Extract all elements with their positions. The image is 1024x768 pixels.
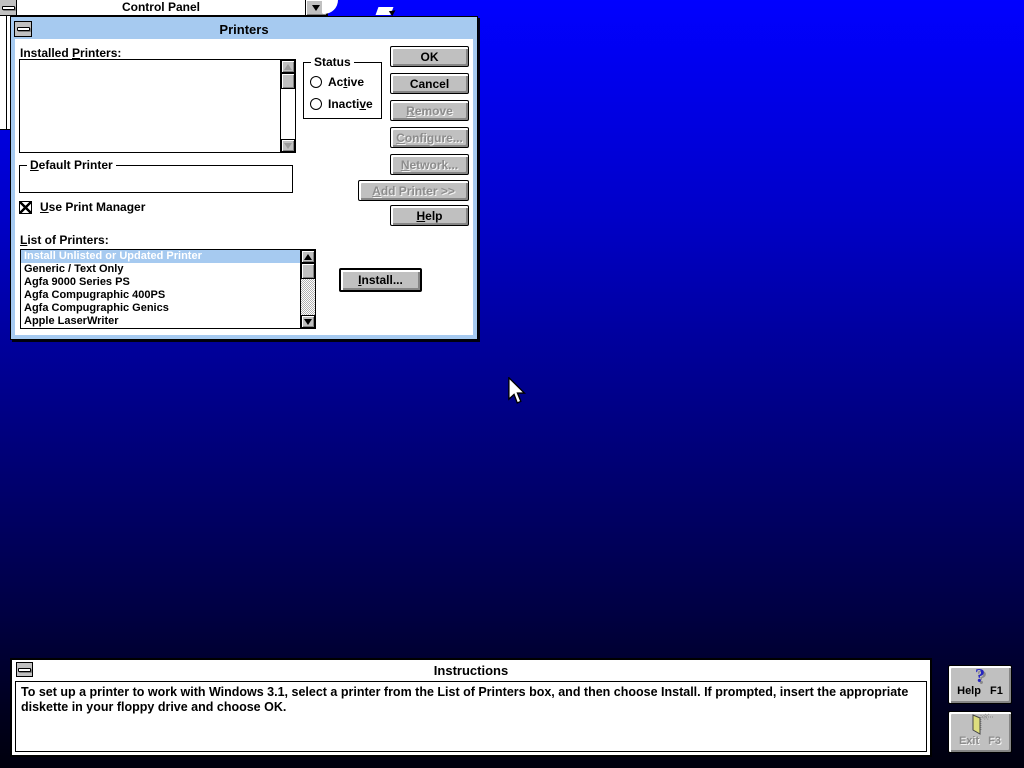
control-menu-button[interactable] [0, 0, 17, 15]
installed-printers-listbox[interactable] [19, 59, 296, 153]
printer-list-item[interactable]: Apple LaserWriter [21, 315, 300, 328]
control-menu-button[interactable] [16, 662, 33, 677]
ok-button[interactable]: OK [390, 46, 469, 67]
printers-dialog-client: Installed Printers: Status Active Inacti… [15, 39, 473, 335]
exit-f3-label: Exit F3 [958, 735, 1002, 747]
control-menu-dash-icon [1, 5, 15, 10]
installed-printers-label: Installed Printers: [20, 46, 122, 60]
status-group-label: Status [311, 55, 354, 69]
scroll-up-button [281, 60, 295, 73]
default-printer-groupbox: Default Printer [19, 158, 293, 193]
instructions-title: Instructions [433, 662, 509, 678]
down-arrow-icon [312, 4, 320, 11]
use-print-manager-row[interactable]: Use Print Manager [19, 200, 145, 214]
instructions-text: To set up a printer to work with Windows… [15, 681, 927, 752]
scroll-up-icon [304, 253, 312, 260]
radio-active: Active [310, 75, 364, 89]
scrollbar-track[interactable] [301, 279, 315, 315]
default-printer-label: Default Printer [27, 158, 116, 172]
installed-printers-scrollbar [280, 60, 295, 152]
printer-list-items: Install Unlisted or Updated Printer Gener… [21, 250, 300, 328]
status-groupbox: Status Active Inactive [303, 55, 382, 119]
remove-button: Remove [390, 100, 469, 121]
cancel-button[interactable]: Cancel [390, 73, 469, 94]
add-printer-button: Add Printer >> [358, 180, 469, 201]
use-print-manager-label: Use Print Manager [40, 200, 146, 214]
scroll-down-icon [284, 142, 292, 149]
control-panel-titlebar[interactable]: Control Panel [0, 0, 326, 16]
question-mark-icon: ? [975, 665, 985, 687]
exit-door-icon [972, 713, 993, 735]
list-of-printers-label: List of Printers: [20, 233, 109, 247]
mouse-cursor [508, 377, 526, 404]
scroll-up-button[interactable] [301, 250, 315, 263]
printers-dialog: Printers Installed Printers: Status Acti… [10, 16, 478, 340]
control-menu-dash-icon [18, 667, 31, 672]
printer-list-item[interactable]: Agfa Compugraphic 400PS [21, 289, 300, 302]
scroll-down-icon [304, 318, 312, 325]
configure-button: Configure... [390, 127, 469, 148]
scroll-down-button[interactable] [301, 315, 315, 328]
obscured-window-fragment [322, 0, 338, 14]
network-button: Network... [390, 154, 469, 175]
help-button[interactable]: Help [390, 205, 469, 226]
help-f1-button[interactable]: ? Help F1 [948, 665, 1012, 704]
desktop: Control Panel Printers Installed Printer… [0, 0, 1024, 768]
scrollbar-track [281, 89, 295, 139]
instructions-titlebar[interactable]: Instructions [12, 660, 930, 680]
list-of-printers-scrollbar[interactable] [300, 250, 315, 328]
printer-list-item[interactable]: Install Unlisted or Updated Printer [21, 250, 300, 263]
scrollbar-thumb [281, 73, 295, 89]
radio-circle-icon [310, 98, 322, 110]
scroll-down-button [281, 139, 295, 152]
list-of-printers-listbox[interactable]: Install Unlisted or Updated Printer Gener… [20, 249, 316, 329]
exit-f3-button: Exit F3 [948, 711, 1012, 753]
radio-inactive: Inactive [310, 97, 373, 111]
window-border-line [6, 16, 7, 129]
printer-list-item[interactable]: Agfa 9000 Series PS [21, 276, 300, 289]
printer-list-item[interactable]: Agfa Compugraphic Genics [21, 302, 300, 315]
help-f1-label: Help F1 [957, 685, 1003, 697]
use-print-manager-checkbox[interactable] [19, 200, 32, 214]
dialog-title: Printers [219, 21, 269, 37]
printers-titlebar[interactable]: Printers [14, 20, 474, 38]
scroll-up-icon [284, 63, 292, 70]
scrollbar-thumb[interactable] [301, 263, 315, 279]
instructions-window: Instructions To set up a printer to work… [10, 658, 932, 757]
radio-circle-icon [310, 76, 322, 88]
control-panel-title: Control Panel [121, 0, 200, 14]
printer-list-item[interactable]: Generic / Text Only [21, 263, 300, 276]
install-button[interactable]: Install... [339, 268, 422, 292]
